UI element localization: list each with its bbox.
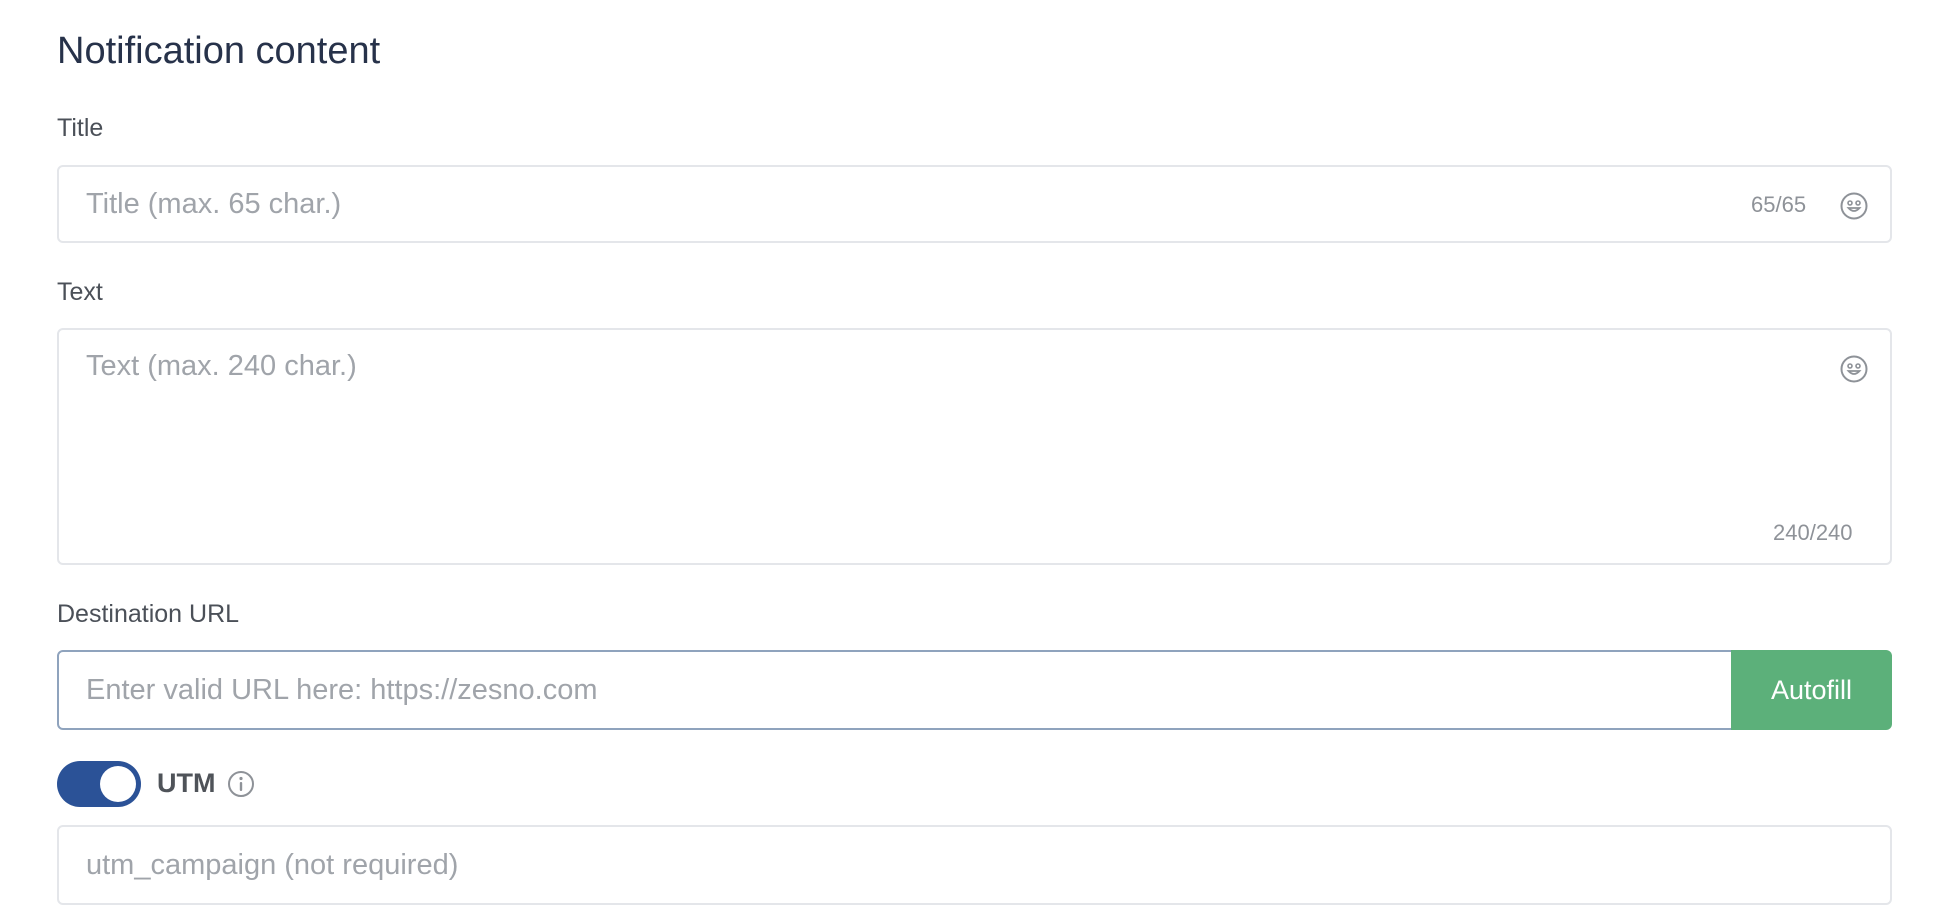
utm-campaign-input[interactable]: utm_campaign (not required) (57, 825, 1892, 905)
destination-url-input[interactable]: Enter valid URL here: https://zesno.com (57, 650, 1733, 730)
emoji-icon[interactable] (1839, 191, 1869, 221)
text-char-counter: 240/240 (1773, 520, 1853, 545)
destination-url-label: Destination URL (57, 600, 240, 628)
notification-content-panel: Notification content Title Title (max. 6… (0, 0, 1947, 924)
text-placeholder: Text (max. 240 char.) (86, 350, 357, 382)
utm-label: UTM (157, 768, 216, 798)
utm-placeholder: utm_campaign (not required) (86, 849, 459, 881)
title-placeholder: Title (max. 65 char.) (86, 188, 342, 220)
autofill-button[interactable]: Autofill (1731, 650, 1892, 730)
title-char-counter: 65/65 (1751, 192, 1807, 217)
title-label: Title (57, 114, 104, 142)
emoji-icon[interactable] (1839, 354, 1869, 384)
url-placeholder: Enter valid URL here: https://zesno.com (86, 674, 598, 706)
toggle-knob (100, 766, 136, 802)
text-label: Text (57, 278, 103, 306)
utm-toggle[interactable] (57, 761, 141, 807)
section-title: Notification content (57, 30, 381, 72)
info-icon[interactable] (227, 770, 255, 798)
text-textarea[interactable]: Text (max. 240 char.) 240/240 (57, 328, 1892, 565)
title-input[interactable]: Title (max. 65 char.) 65/65 (57, 165, 1892, 243)
